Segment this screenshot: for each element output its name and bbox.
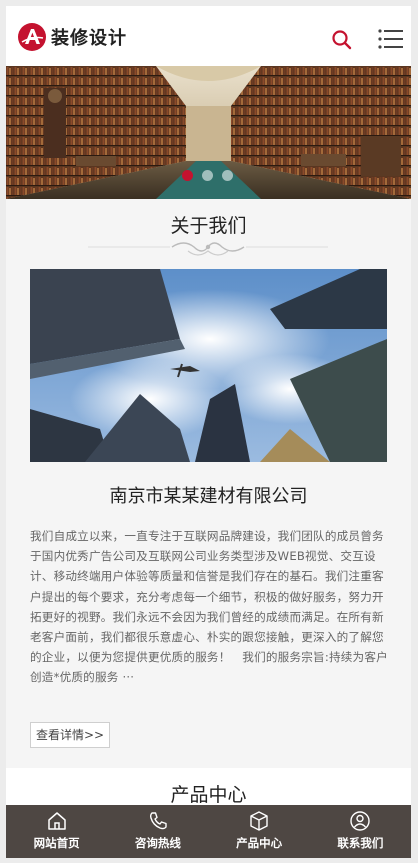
nav-item-contact[interactable]: 联系我们 — [310, 805, 411, 858]
company-name: 南京市某某建材有限公司 — [109, 486, 308, 507]
carousel-dot-2[interactable] — [202, 170, 213, 181]
products-section-title: 产品中心 — [170, 784, 247, 806]
nav-item-hotline[interactable]: 咨询热线 — [107, 805, 208, 858]
search-icon[interactable] — [331, 29, 353, 51]
title-ornament-divider — [88, 237, 328, 261]
mobile-page: 装修设计 关于我们 南京市某某建材有限公司 我们自成立以来，一直专注于互联网品牌… — [6, 6, 411, 858]
brand-name: 装修设计 — [51, 28, 127, 49]
carousel-dots — [182, 170, 242, 181]
home-icon — [47, 812, 66, 830]
nav-label-home: 网站首页 — [33, 836, 80, 850]
about-section-title: 关于我们 — [170, 215, 247, 237]
nav-item-home[interactable]: 网站首页 — [6, 805, 107, 858]
hamburger-menu-icon[interactable] — [378, 28, 404, 50]
user-icon — [350, 811, 371, 831]
carousel-dot-3[interactable] — [222, 170, 233, 181]
about-photo-skyscrapers — [30, 269, 387, 462]
nav-label-hotline: 咨询热线 — [134, 836, 181, 850]
about-description: 我们自成立以来，一直专注于互联网品牌建设，我们团队的成员曾务于国内优秀广告公司及… — [30, 529, 388, 685]
site-logo[interactable]: 装修设计 — [18, 23, 127, 51]
nav-label-contact: 联系我们 — [337, 836, 384, 850]
brand-a-logo-icon — [18, 23, 46, 51]
cube-icon — [250, 811, 268, 831]
view-details-button[interactable]: 查看详情>> — [30, 722, 110, 748]
phone-icon — [149, 812, 167, 830]
nav-label-products: 产品中心 — [236, 836, 283, 850]
carousel-dot-1[interactable] — [182, 170, 193, 181]
bottom-navigation: 网站首页 咨询热线 产品中心 联系我们 — [6, 805, 411, 858]
nav-item-products[interactable]: 产品中心 — [209, 805, 310, 858]
site-header: 装修设计 — [6, 6, 411, 66]
